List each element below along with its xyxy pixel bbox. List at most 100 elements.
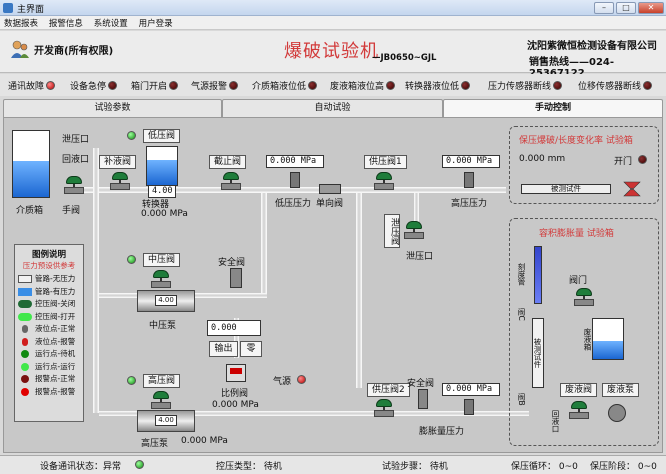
alarm-comm-fault: 通讯故障 [8,79,56,92]
expand-pressure-sensor-icon [464,399,474,415]
main-pipe [66,187,506,193]
low-valve-status-led [127,131,136,140]
converter-pressure: 0.000 MPa [141,209,188,219]
alarm-waste-high: 废液箱液位高 [330,79,396,92]
relief-valve-button[interactable]: 泄压阀 [384,214,400,248]
clamp-icon [622,178,642,198]
hand-valve[interactable] [62,176,86,194]
converter-tank [146,146,178,186]
alarm-led-icon [553,81,563,90]
fill-valve-button[interactable]: 补液阀 [99,155,137,169]
mid-valve-status-led [127,255,136,264]
waste-valve-button[interactable]: 废液阀 [560,383,598,397]
maximize-button[interactable]: □ [616,2,636,14]
legend: 图例说明 压力预设供参考 管路-无压力 管路-有压力 控压阀-关闭 控压阀-打开… [14,244,84,422]
low-valve-button[interactable]: 低压阀 [143,129,181,143]
left-vertical-pipe [93,148,99,413]
minimize-button[interactable]: – [594,2,614,14]
safety-valve2-label: 安全阀 [407,379,435,389]
output-button[interactable]: 输出 [209,341,238,357]
menu-alarm-info[interactable]: 报警信息 [45,16,87,30]
valve-c-label: 阀C [517,308,526,321]
legend-item: 液位点-正常 [15,323,83,336]
alarm-led-icon [308,81,318,90]
close-button[interactable]: ✕ [638,2,664,14]
tab-bar: 试验参数 自动试验 手动控制 [0,99,666,117]
waste-valve[interactable] [567,401,591,419]
process-diagram: 泄压口 回液口 介质箱 手阀 补液阀 低压阀 4.00 转换器 0.000 MP… [3,117,663,453]
open-door-label: 开门 [614,157,633,167]
status-bar: 设备通讯状态：异常 控压类型： 待机 试验步骤： 待机 保压循环： 0~0 保压… [0,455,666,474]
supply-valve1[interactable] [372,172,396,190]
legend-item: 运行点-运行 [15,361,83,374]
high-valve-button[interactable]: 高压阀 [143,374,181,388]
safety-valve-label: 安全阀 [218,258,246,268]
open-door-led [638,155,647,164]
gas-source-led [297,375,306,384]
valve-a[interactable] [572,288,596,306]
alarm-strip: 通讯故障 设备急停 箱门开启 气源报警 介质箱液位低 废液箱液位高 转换器液位低… [0,74,666,96]
zero-button[interactable]: 零 [240,341,262,357]
supply-valve2[interactable] [372,399,396,417]
supply-valve1-button[interactable]: 供压阀1 [364,155,407,169]
waste-pump-button[interactable]: 废液泵 [602,383,640,397]
menubar: 数据报表 报警信息 系统设置 用户登录 [0,16,666,30]
tab-auto-test[interactable]: 自动试验 [222,99,443,117]
high-pressure-label: 高压压力 [451,199,488,209]
alarm-displacement-sensor: 位移传感器断线 [578,79,653,92]
legend-title: 图例说明 [31,250,66,260]
alarm-air-source: 气源报警 [191,79,239,92]
legend-item: 控压阀-打开 [15,311,83,324]
low-pressure-readout: 0.000 MPa [266,155,324,168]
stop-valve[interactable] [219,172,243,190]
fill-valve[interactable] [108,172,132,190]
alarm-pressure-sensor: 压力传感器断线 [488,79,563,92]
prop-valve-label: 比例阀 [221,389,249,399]
step-status: 试验步骤： 待机 [382,462,448,472]
mid-pump: 4.00 [137,286,195,316]
outlet-label: 泄压口 [62,135,90,145]
menu-system-settings[interactable]: 系统设置 [90,16,132,30]
return-label: 回液口 [62,155,90,165]
tab-manual-control[interactable]: 手动控制 [443,99,663,117]
scale-tube [534,246,542,304]
expand-pressure-label: 膨胀量压力 [419,427,465,437]
safety-valve2-icon [418,389,428,409]
output-value-spinbox[interactable]: 0.000 [207,320,261,336]
model-number: —JB0650~GJL [372,53,437,63]
expand-pressure-readout: 0.000 MPa [442,383,500,396]
alarm-led-icon [461,81,471,90]
vertical-specimen: 被测试件 [532,318,544,388]
return-port-label: 回液口 [551,410,560,433]
low-pressure-sensor-icon [290,172,300,188]
mid-pump-label: 中压泵 [149,321,177,331]
relief-valve[interactable] [402,221,426,239]
tab-test-params[interactable]: 试验参数 [3,99,222,117]
legend-item: 控压阀-关闭 [15,298,83,311]
high-pressure-readout: 0.000 MPa [442,155,500,168]
waste-tank [592,318,624,360]
high-pump-pressure: 0.000 MPa [181,436,228,446]
alarm-door-open: 箱门开启 [131,79,179,92]
window-titlebar: 主界面 – □ ✕ [0,0,666,16]
legend-item: 管路-有压力 [15,286,83,299]
menu-user-login[interactable]: 用户登录 [135,16,177,30]
high-pressure-sensor-icon [464,172,474,188]
supply-valve2-button[interactable]: 供压阀2 [367,383,410,397]
alarm-led-icon [643,81,653,90]
volume-box-title: 容积膨胀量 试验箱 [539,229,614,239]
stop-valve-button[interactable]: 截止阀 [209,155,247,169]
hand-valve-label: 手阀 [62,206,81,216]
medium-tank [12,130,50,198]
legend-item: 液位点-报警 [15,336,83,349]
menu-data-report[interactable]: 数据报表 [0,16,42,30]
current-user: 开发商(所有权限) [34,46,114,57]
legend-item: 报警点-正常 [15,373,83,386]
waste-tank-label: 废液箱 [583,328,592,351]
legend-item: 报警点-报警 [15,386,83,399]
mid-valve-button[interactable]: 中压阀 [143,253,181,267]
alarm-estop: 设备急停 [70,79,118,92]
safety-valve-icon [230,268,242,288]
high-pump: 4.00 [137,406,195,436]
alarm-led-icon [108,81,118,90]
